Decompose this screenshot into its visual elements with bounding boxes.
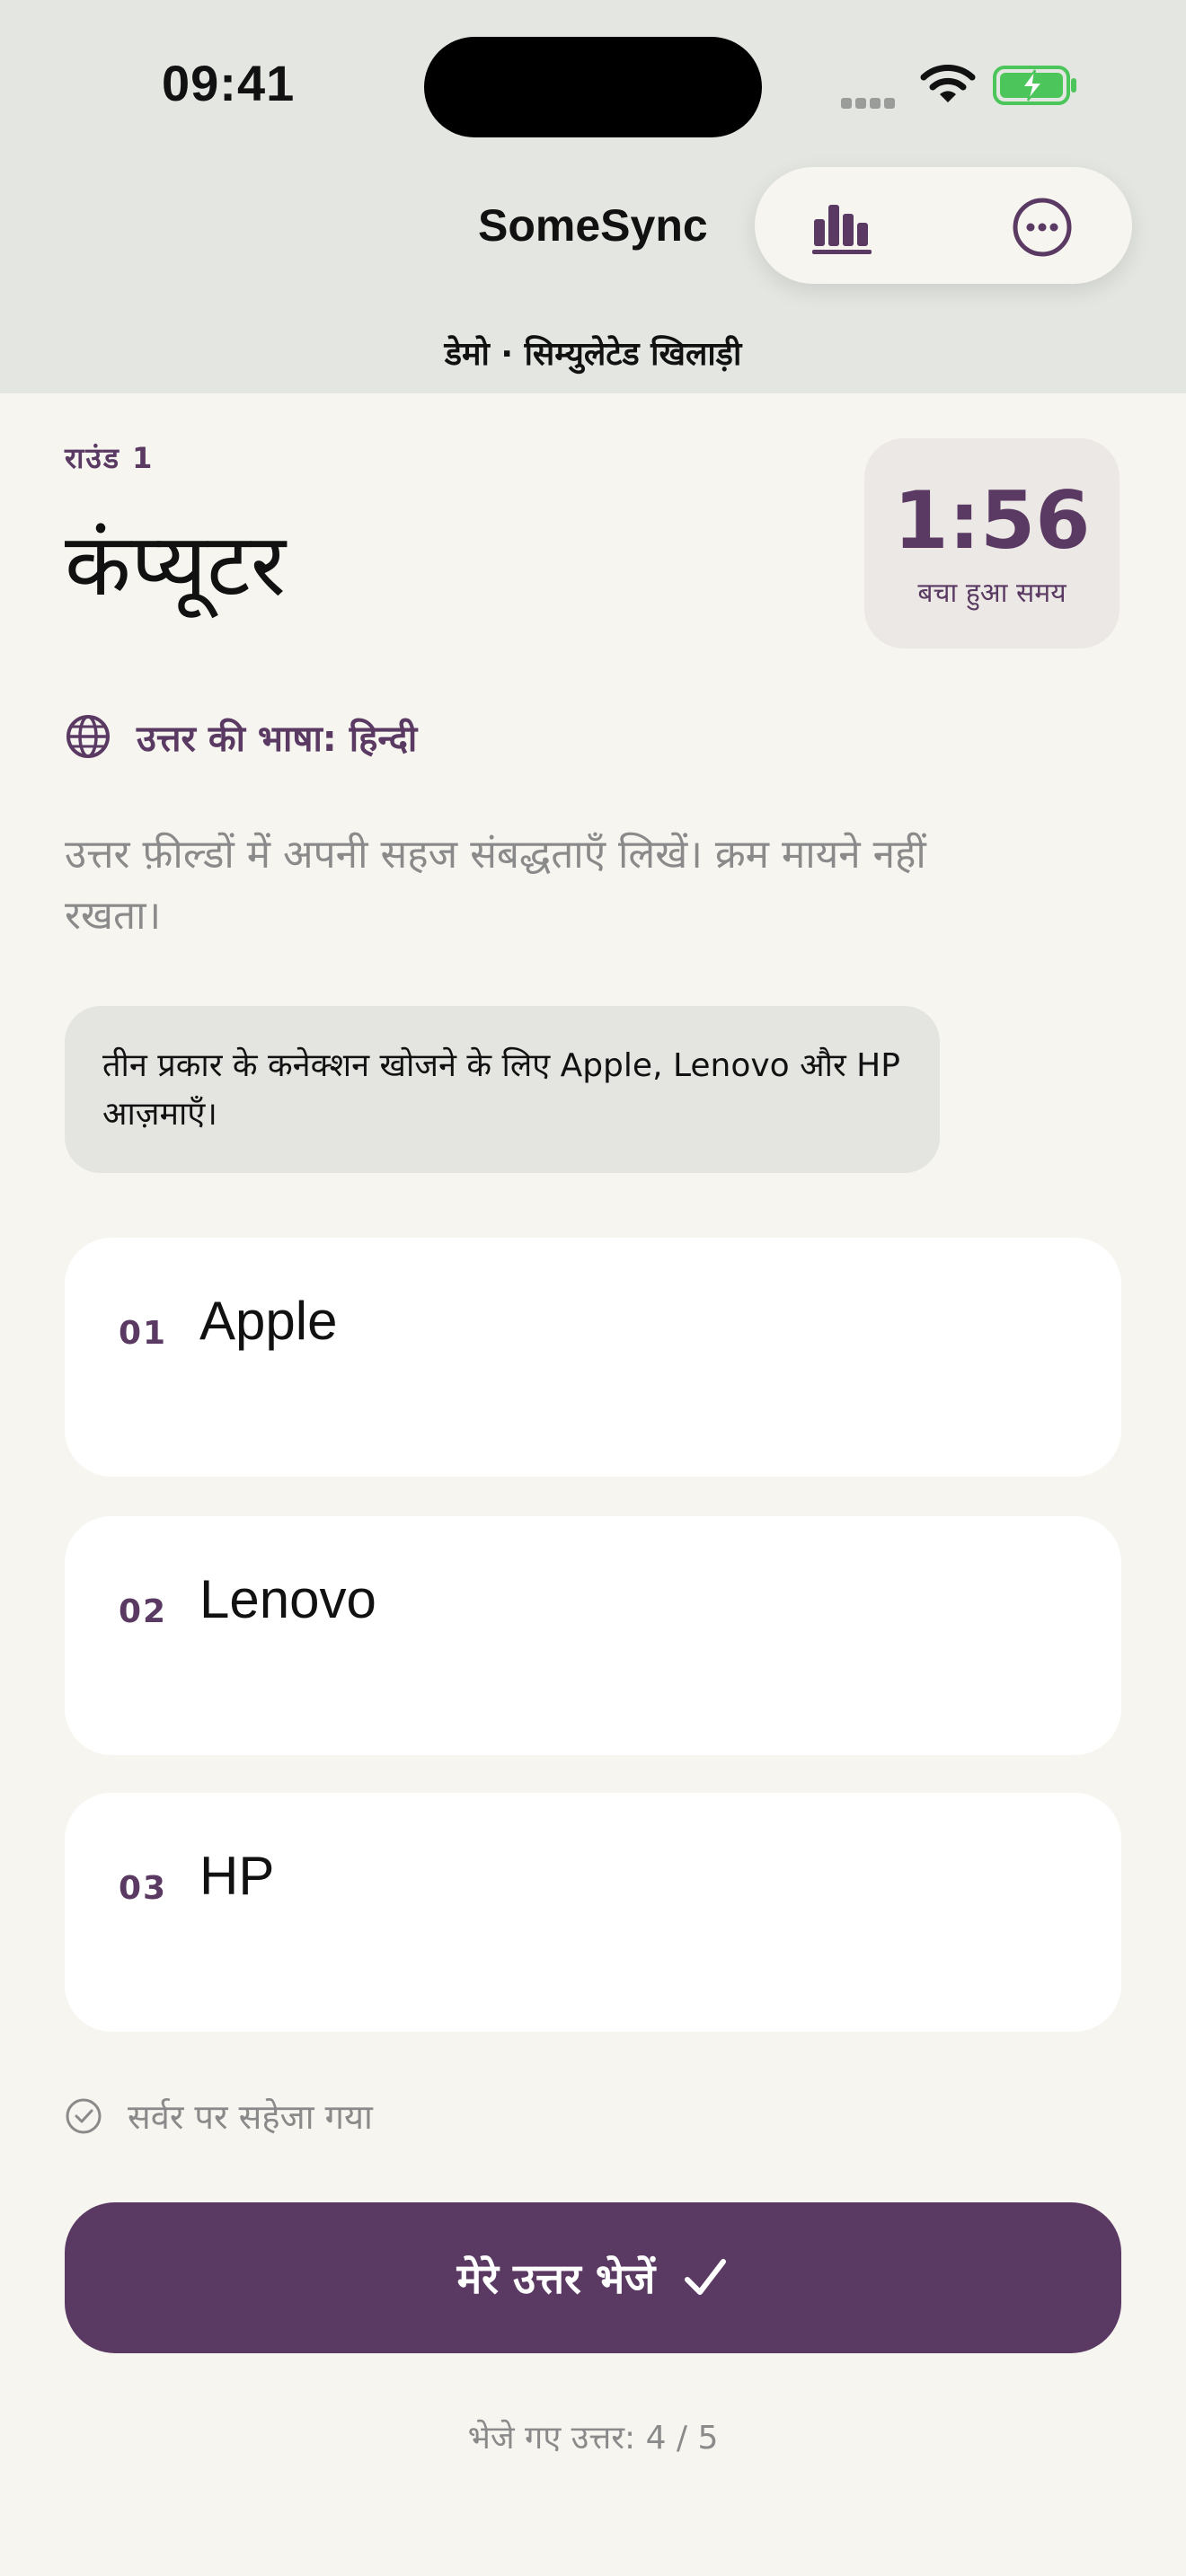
answer-number: 03 <box>119 1870 168 1907</box>
toolbar <box>755 167 1132 284</box>
more-icon <box>1013 198 1072 257</box>
more-button[interactable] <box>1010 195 1075 260</box>
status-time: 09:41 <box>162 55 296 111</box>
answer-field[interactable]: 02 <box>65 1516 1121 1755</box>
submit-button-label: मेरे उत्तर भेजें <box>456 2254 656 2303</box>
top-header: 09:41 SomeSync डेमो · सिम्युलेटेड खिलाड़… <box>0 0 1186 393</box>
saved-status-text: सर्वर पर सहेजा गया <box>128 2097 373 2137</box>
answer-language-selector[interactable]: उत्तर की भाषा: हिन्दी <box>65 710 417 763</box>
timer-value: 1:56 <box>893 474 1091 567</box>
app-title: SomeSync <box>478 200 708 251</box>
wifi-icon <box>920 65 976 102</box>
stats-icon <box>812 205 872 254</box>
answer-number: 01 <box>119 1315 168 1352</box>
answer-number: 02 <box>119 1593 168 1630</box>
instructions-text: उत्तर फ़ील्डों में अपनी सहज संबद्धताएँ ल… <box>65 832 926 939</box>
dynamic-island <box>424 37 762 137</box>
hint-text: तीन प्रकार के कनेक्शन खोजने के लिए Apple… <box>102 1047 900 1133</box>
header-subtitle: डेमो · सिम्युलेटेड खिलाड़ी <box>444 336 742 373</box>
submit-answers-button[interactable]: मेरे उत्तर भेजें <box>65 2202 1121 2353</box>
signal-dots-icon <box>841 95 898 112</box>
timer-card: 1:56 बचा हुआ समय <box>864 438 1120 648</box>
battery-charging-icon <box>993 66 1076 105</box>
answer-field[interactable]: 01 <box>65 1238 1121 1477</box>
status-icons <box>841 63 1084 109</box>
timer-label: बचा हुआ समय <box>917 578 1067 609</box>
round-label: राउंड 1 <box>65 441 155 475</box>
category-title: कंप्यूटर <box>65 515 286 615</box>
answer-language-label: उत्तर की भाषा: हिन्दी <box>137 718 418 760</box>
checkmark-icon <box>685 2259 727 2295</box>
answer-input[interactable] <box>199 1563 1080 1635</box>
answer-input[interactable] <box>199 1839 1080 1911</box>
stats-button[interactable] <box>810 195 875 260</box>
answer-field[interactable]: 03 <box>65 1793 1121 2032</box>
hint-box: तीन प्रकार के कनेक्शन खोजने के लिए Apple… <box>65 1006 940 1173</box>
answer-input[interactable] <box>199 1284 1080 1356</box>
sent-answers-count: भेजे गए उत्तर: 4 / 5 <box>467 2420 719 2457</box>
saved-status: सर्वर पर सहेजा गया <box>65 2093 373 2139</box>
check-circle-icon <box>66 2098 102 2134</box>
globe-icon <box>66 715 110 758</box>
